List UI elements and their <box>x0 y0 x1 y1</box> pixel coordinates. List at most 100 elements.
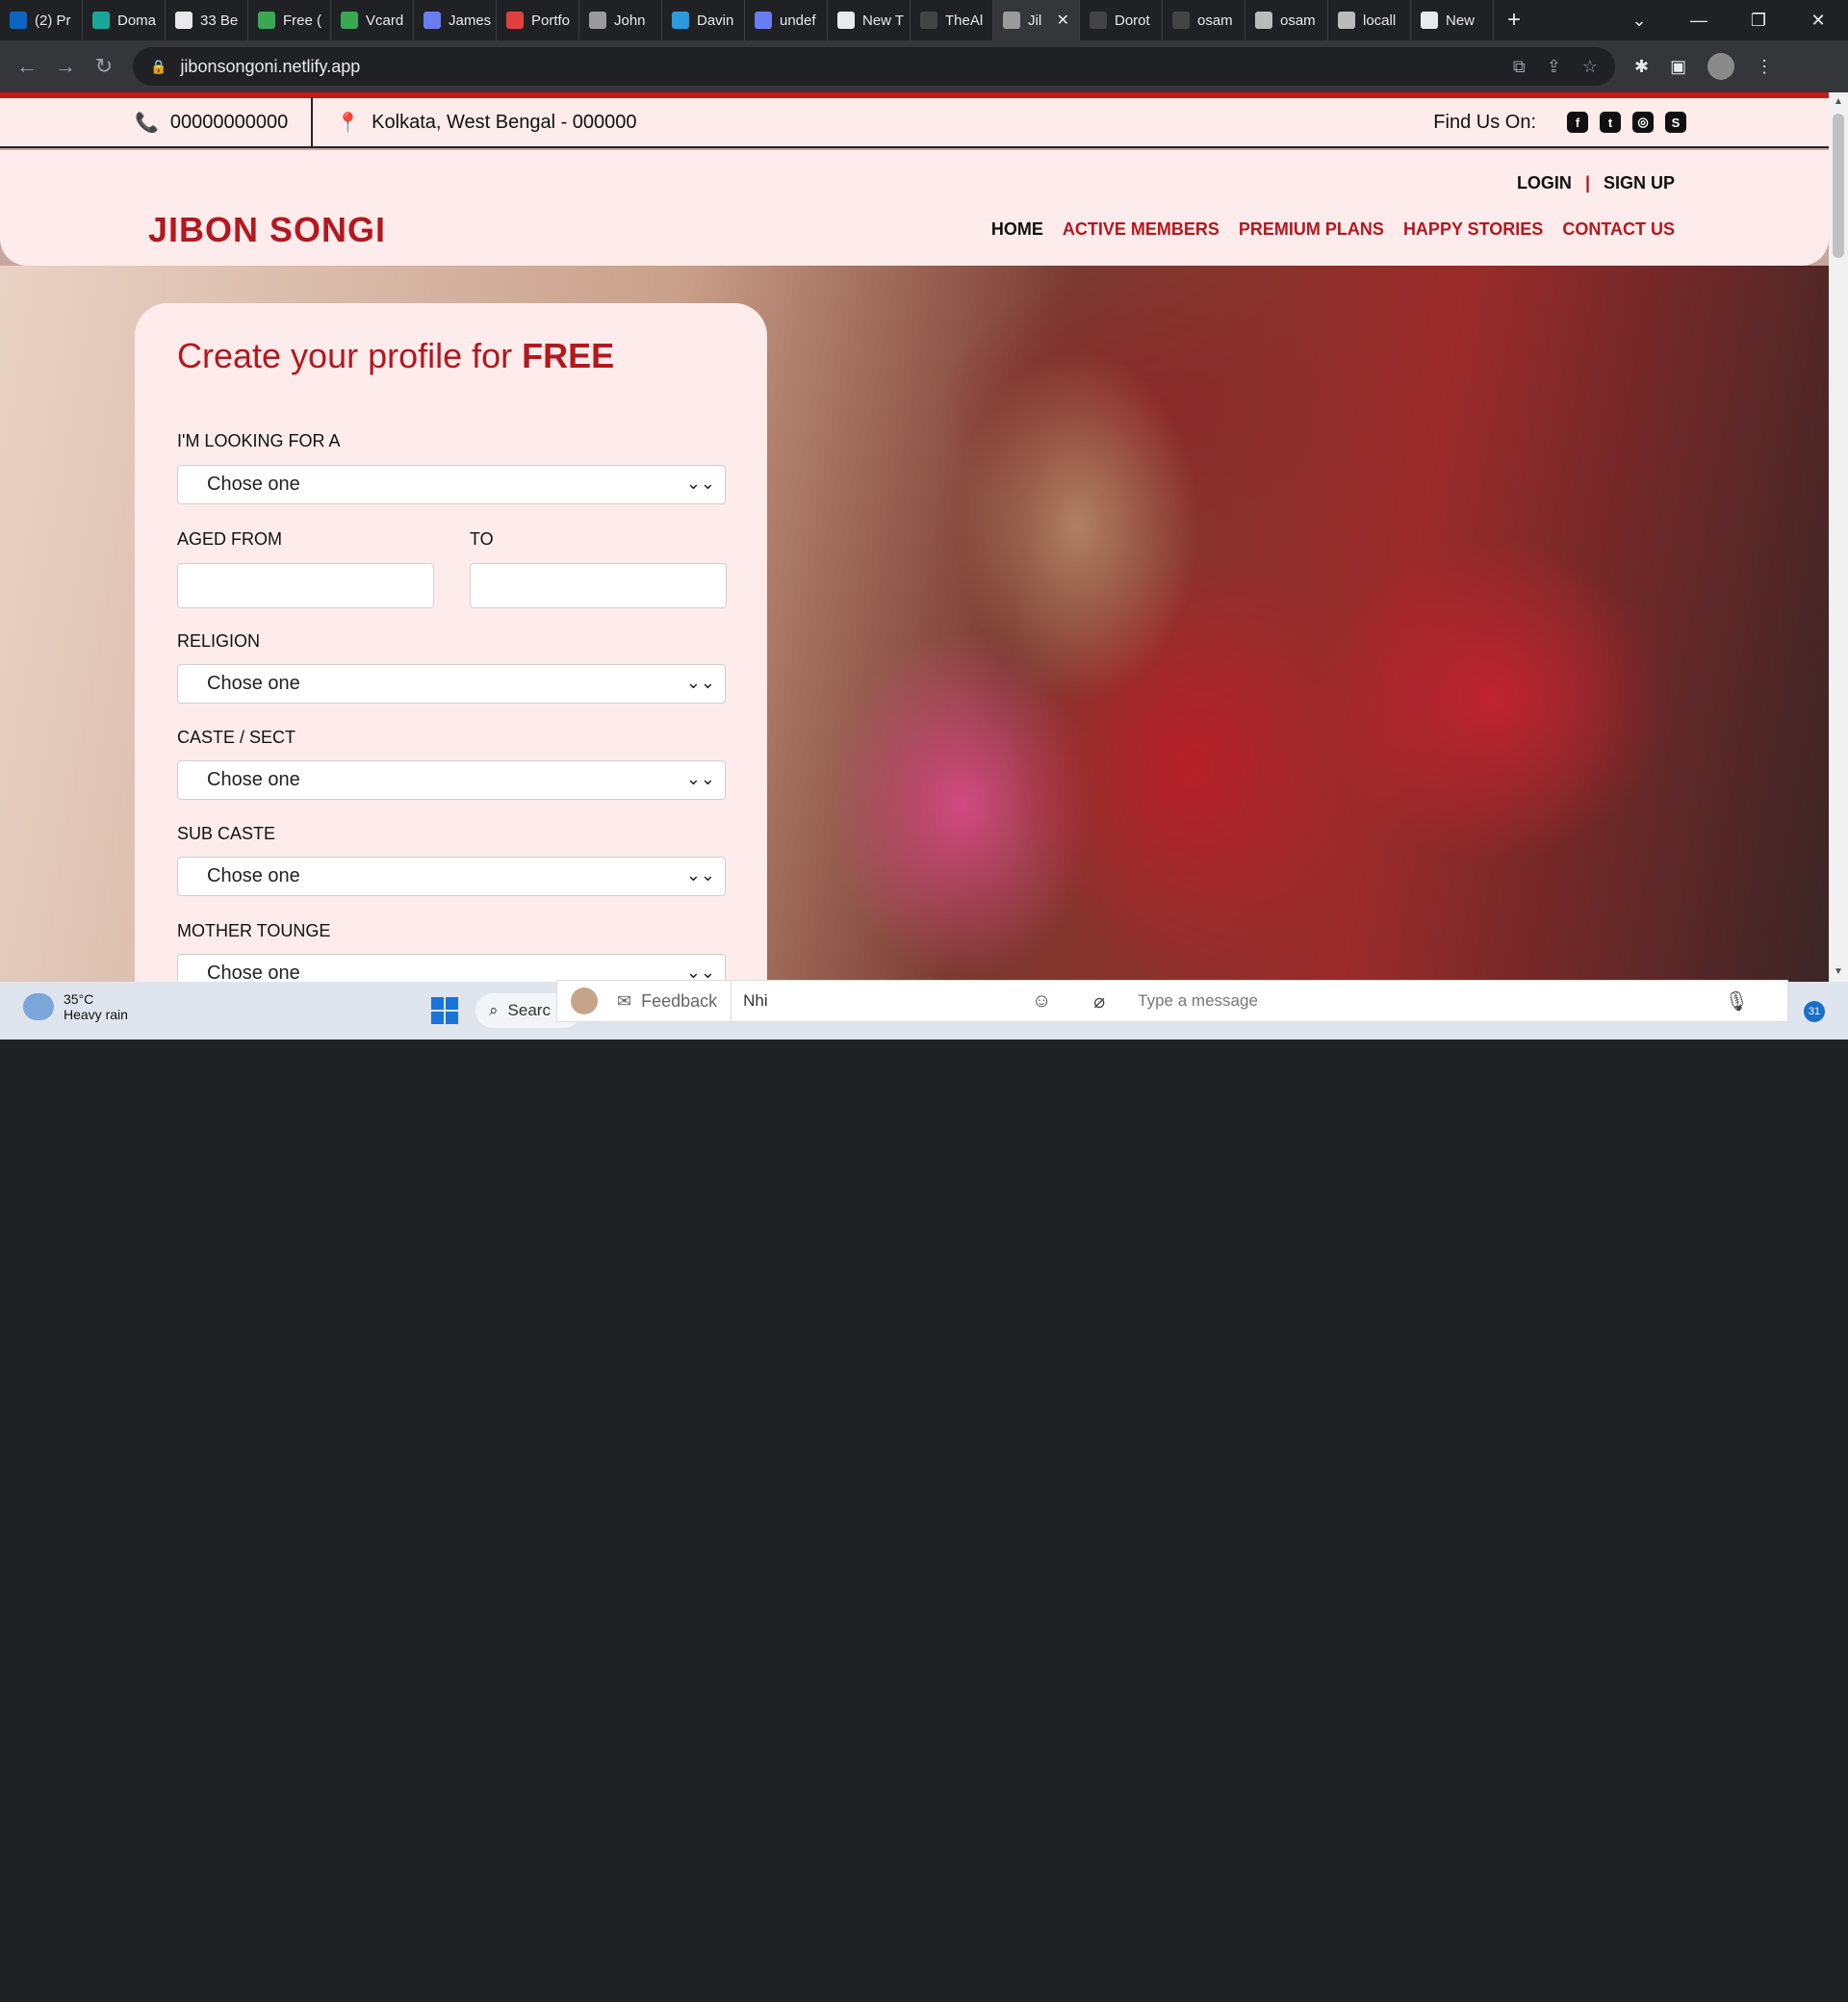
address-bar[interactable]: 🔒 jibonsongoni.netlify.app ⧉ ⇪ ☆ <box>133 47 1615 86</box>
mother-tongue-label: MOTHER TOUNGE <box>177 921 331 940</box>
message-input[interactable]: Type a message <box>1138 991 1258 1011</box>
browser-tab[interactable]: Free ( <box>248 0 331 40</box>
browser-tab[interactable]: Davin <box>662 0 745 40</box>
tab-favicon-icon <box>1421 12 1438 29</box>
chat-overlay: ✉ Feedback Nhi ☺ ⌀ Type a message 🎙 <box>556 980 1788 1022</box>
tab-favicon-icon <box>1090 12 1107 29</box>
tab-search-icon[interactable]: ⌄ <box>1609 11 1669 31</box>
notification-badge[interactable]: 31 <box>1804 1001 1825 1022</box>
close-tab-icon[interactable]: ✕ <box>1057 11 1069 30</box>
tab-favicon-icon <box>920 12 937 29</box>
location-pin-icon: 📍 <box>336 112 361 134</box>
weather-widget[interactable]: 35°C Heavy rain <box>23 991 128 1022</box>
browser-tab[interactable]: 33 Be <box>166 0 248 40</box>
browser-tab[interactable]: James <box>414 0 497 40</box>
tab-favicon-icon <box>424 12 441 29</box>
facebook-icon[interactable]: f <box>1567 112 1588 133</box>
windows-start-icon[interactable] <box>431 997 458 1024</box>
browser-tab[interactable]: Dorot <box>1080 0 1163 40</box>
twitter-icon[interactable]: t <box>1600 112 1621 133</box>
instagram-icon[interactable]: ◎ <box>1632 112 1654 133</box>
tab-label: James <box>449 12 492 29</box>
browser-tab[interactable]: (2) Pr <box>0 0 83 40</box>
tab-favicon-icon <box>589 12 606 29</box>
scroll-down-arrow-icon[interactable]: ▼ <box>1834 966 1843 977</box>
nav-happy-stories[interactable]: HAPPY STORIES <box>1403 219 1543 240</box>
nav-home[interactable]: HOME <box>991 219 1043 240</box>
nav-premium-plans[interactable]: PREMIUM PLANS <box>1239 219 1384 240</box>
share-icon[interactable]: ⇪ <box>1547 57 1561 77</box>
scrollbar-thumb[interactable] <box>1833 114 1844 258</box>
rain-cloud-icon <box>23 993 54 1020</box>
minimize-button[interactable]: — <box>1669 11 1729 31</box>
extensions-icon[interactable]: ✱ <box>1634 57 1649 77</box>
page-viewport: 📞 00000000000 📍 Kolkata, West Bengal - 0… <box>0 92 1848 982</box>
phone-contact[interactable]: 📞 00000000000 <box>135 97 314 147</box>
tab-favicon-icon <box>10 12 27 29</box>
login-link[interactable]: LOGIN <box>1517 173 1572 193</box>
social-links: Find Us On: f t ◎ S <box>1433 112 1686 134</box>
tab-favicon-icon <box>1338 12 1355 29</box>
browser-tab[interactable]: undef <box>745 0 828 40</box>
tray-language[interactable]: IN <box>1592 1989 1604 2002</box>
browser-tab[interactable]: John <box>579 0 662 40</box>
looking-for-select[interactable]: Chose one ⌄⌄ <box>177 465 726 504</box>
lock-icon: 🔒 <box>150 58 167 74</box>
back-button[interactable]: ← <box>8 54 46 79</box>
restore-button[interactable]: ❐ <box>1729 11 1788 31</box>
tab-favicon-icon <box>837 12 855 29</box>
brand-logo[interactable]: JIBON SONGI <box>148 210 386 250</box>
profile-avatar[interactable] <box>1707 53 1735 80</box>
microphone-icon[interactable]: 🎙 <box>1725 989 1749 1014</box>
tab-favicon-icon <box>1255 12 1272 29</box>
page-scrollbar[interactable]: ▲ ▼ <box>1829 92 1848 982</box>
browser-tab[interactable]: New <box>1411 0 1494 40</box>
contact-bar: 📞 00000000000 📍 Kolkata, West Bengal - 0… <box>0 97 1829 148</box>
aged-to-label: TO <box>470 529 494 549</box>
tab-label: New T <box>862 12 905 29</box>
looking-for-label: I'M LOOKING FOR A <box>177 431 341 450</box>
browser-tab[interactable]: osam <box>1245 0 1328 40</box>
feedback-button[interactable]: ✉ Feedback <box>617 980 732 1022</box>
religion-select[interactable]: Chose one ⌄⌄ <box>177 664 726 704</box>
nav-active-members[interactable]: ACTIVE MEMBERS <box>1063 219 1219 240</box>
browser-tab[interactable]: Portfo <box>497 0 579 40</box>
form-title-prefix: Create your profile for <box>177 336 513 375</box>
browser-tab[interactable]: osam <box>1163 0 1245 40</box>
emoji-icon[interactable]: ☺ <box>1013 990 1070 1013</box>
reload-button[interactable]: ↻ <box>85 54 123 79</box>
browser-tab[interactable]: TheAl <box>911 0 993 40</box>
skype-icon[interactable]: S <box>1665 112 1686 133</box>
menu-icon[interactable]: ⋮ <box>1756 57 1773 77</box>
browser-tab[interactable]: New T <box>828 0 911 40</box>
signup-link[interactable]: SIGN UP <box>1604 173 1675 193</box>
translate-icon[interactable]: ⧉ <box>1513 57 1526 77</box>
nav-contact-us[interactable]: CONTACT US <box>1562 219 1675 240</box>
caste-select[interactable]: Chose one ⌄⌄ <box>177 760 726 800</box>
browser-tab[interactable]: Jil ✕ <box>993 0 1080 40</box>
tab-favicon-icon <box>92 12 110 29</box>
browser-tab[interactable]: Vcard <box>331 0 414 40</box>
chevron-down-icon: ⌄⌄ <box>685 673 715 692</box>
tab-label: undef <box>780 12 816 29</box>
chevron-down-icon: ⌄⌄ <box>685 865 715 885</box>
tab-favicon-icon <box>258 12 275 29</box>
chat-contact-name: Nhi <box>743 991 768 1010</box>
browser-tab[interactable]: Doma <box>83 0 166 40</box>
subcaste-select[interactable]: Chose one ⌄⌄ <box>177 857 726 896</box>
close-window-button[interactable]: ✕ <box>1788 11 1848 31</box>
aged-from-input[interactable] <box>177 563 434 608</box>
chat-avatar[interactable] <box>571 988 598 1014</box>
attach-icon[interactable]: ⌀ <box>1070 989 1128 1014</box>
aged-to-input[interactable] <box>470 563 727 608</box>
new-tab-button[interactable]: + <box>1507 7 1521 34</box>
scroll-up-arrow-icon[interactable]: ▲ <box>1834 96 1843 107</box>
feedback-label: Feedback <box>641 990 718 1011</box>
form-title: Create your profile for FREE <box>177 336 614 376</box>
mother-tongue-select[interactable]: Chose one ⌄⌄ <box>177 954 726 982</box>
side-panel-icon[interactable]: ▣ <box>1670 57 1686 77</box>
forward-button[interactable]: → <box>46 54 85 79</box>
browser-tab[interactable]: locall <box>1328 0 1411 40</box>
bookmark-star-icon[interactable]: ☆ <box>1582 57 1598 77</box>
tab-label: Jil <box>1028 12 1042 29</box>
